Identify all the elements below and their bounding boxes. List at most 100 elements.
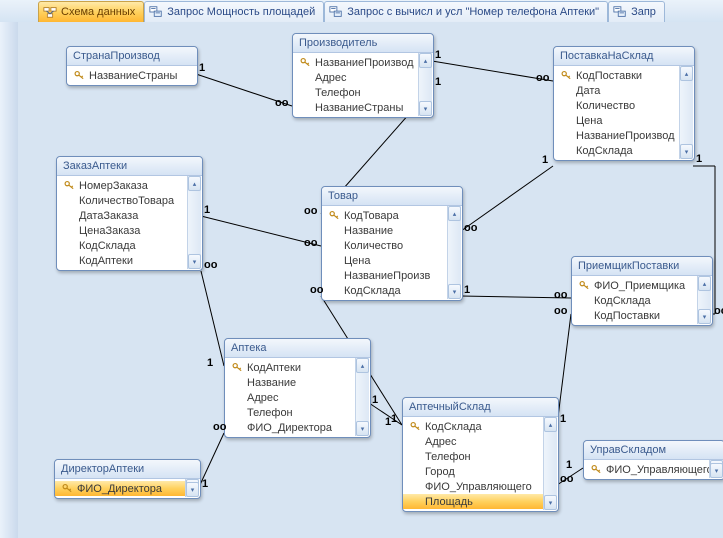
entity-title[interactable]: Аптека [225,339,370,358]
entity-title[interactable]: Товар [322,187,462,206]
field-row[interactable]: НомерЗаказа [57,178,188,193]
scroll-up-button[interactable]: ▴ [419,53,432,68]
field-row[interactable]: ЦенаЗаказа [57,223,188,238]
scroll-down-button[interactable]: ▾ [356,421,369,436]
field-row[interactable]: Количество [554,98,680,113]
field-row[interactable]: НазваниеСтраны [67,68,197,83]
entity-title[interactable]: ПоставкаНаСклад [554,47,694,66]
scroll-up-button[interactable]: ▴ [544,417,557,432]
entity-tovar[interactable]: Товар КодТовараНазваниеКоличествоЦенаНазв… [321,186,463,301]
field-row[interactable]: КодАптеки [57,253,188,268]
entity-title[interactable]: Производитель [293,34,433,53]
field-row[interactable]: КодПоставки [572,308,698,323]
field-row[interactable]: КодСклада [322,283,448,298]
chevron-up-icon: ▴ [549,421,553,429]
entity-apteka[interactable]: Аптека КодАптекиНазваниеАдресТелефонФИО_Д… [224,338,371,438]
scroll-up-button[interactable]: ▴ [698,276,711,291]
scroll-down-button[interactable]: ▾ [448,284,461,299]
entity-title[interactable]: УправСкладом [584,441,723,460]
field-row[interactable]: Название [322,223,448,238]
scroll-down-button[interactable]: ▾ [186,482,199,497]
entity-strana[interactable]: СтранаПроизвод НазваниеСтраны [66,46,198,86]
vertical-scrollbar[interactable]: ▴▾ [447,206,461,299]
key-slot [560,100,572,112]
entity-priem[interactable]: ПриемщикПоставки ФИО_ПриемщикаКодСкладаКо… [571,256,713,326]
vertical-scrollbar[interactable]: ▴▾ [187,176,201,269]
scroll-down-button[interactable]: ▾ [544,495,557,510]
field-row[interactable]: Адрес [293,70,419,85]
vertical-scrollbar[interactable]: ▴▾ [185,479,199,497]
scroll-up-button[interactable]: ▴ [188,176,201,191]
field-row[interactable]: Название [225,375,356,390]
field-row[interactable]: Цена [322,253,448,268]
vertical-scrollbar[interactable]: ▴▾ [355,358,369,436]
scroll-up-button[interactable]: ▴ [448,206,461,221]
query-icon [329,5,343,19]
chevron-up-icon: ▴ [703,280,707,288]
relationship-canvas[interactable]: СтранаПроизводНазваниеСтраныПроизводител… [18,22,723,538]
key-slot [63,240,75,252]
scroll-down-button[interactable]: ▾ [419,101,432,116]
document-tab[interactable]: Запрос Мощность площадей [144,1,324,22]
field-row[interactable]: ДатаЗаказа [57,208,188,223]
entity-title[interactable]: ДиректорАптеки [55,460,200,479]
vertical-scrollbar[interactable]: ▴▾ [709,460,723,478]
field-row[interactable]: ФИО_Приемщика [572,278,698,293]
entity-title[interactable]: АптечныйСклад [403,398,558,417]
entity-postavka[interactable]: ПоставкаНаСклад КодПоставкиДатаКоличество… [553,46,695,161]
entity-title[interactable]: ЗаказАптеки [57,157,202,176]
field-row[interactable]: НазваниеПроизвод [554,128,680,143]
entity-title-text: Аптека [231,342,267,354]
field-row[interactable]: КодСклада [57,238,188,253]
field-row[interactable]: Количество [322,238,448,253]
field-row[interactable]: Телефон [293,85,419,100]
entity-uprav[interactable]: УправСкладом ФИО_Управляющего▴▾ [583,440,723,480]
field-row[interactable]: Город [403,464,544,479]
scroll-up-button[interactable]: ▴ [356,358,369,373]
entity-zakaz[interactable]: ЗаказАптеки НомерЗаказаКоличествоТовараДа… [56,156,203,271]
scroll-down-button[interactable]: ▾ [710,463,723,478]
field-row[interactable]: НазваниеПроизв [322,268,448,283]
field-name: КодТовара [344,210,399,222]
field-row[interactable]: ФИО_Управляющего [584,462,710,477]
field-row[interactable]: КодАптеки [225,360,356,375]
field-row[interactable]: КодСклада [572,293,698,308]
entity-title[interactable]: СтранаПроизвод [67,47,197,66]
vertical-scrollbar[interactable]: ▴▾ [418,53,432,116]
scroll-down-button[interactable]: ▾ [680,144,693,159]
field-row[interactable]: Телефон [403,449,544,464]
vertical-scrollbar[interactable]: ▴▾ [679,66,693,159]
field-row[interactable]: Площадь [403,494,544,509]
entity-title-text: ПоставкаНаСклад [560,50,653,62]
field-row[interactable]: ФИО_Управляющего [403,479,544,494]
scroll-down-button[interactable]: ▾ [188,254,201,269]
cardinality-one: 1 [204,205,210,216]
vertical-scrollbar[interactable]: ▴▾ [697,276,711,324]
field-row[interactable]: Адрес [225,390,356,405]
field-row[interactable]: Телефон [225,405,356,420]
key-slot [328,240,340,252]
entity-title[interactable]: ПриемщикПоставки [572,257,712,276]
field-row[interactable]: КоличествоТовара [57,193,188,208]
field-row[interactable]: КодТовара [322,208,448,223]
vertical-scrollbar[interactable]: ▴▾ [543,417,557,510]
field-row[interactable]: Цена [554,113,680,128]
document-tab[interactable]: Запрос с вычисл и усл "Номер телефона Ап… [324,1,608,22]
field-row[interactable]: КодСклада [403,419,544,434]
field-row[interactable]: КодПоставки [554,68,680,83]
entity-proizv[interactable]: Производитель НазваниеПроизводАдресТелефо… [292,33,434,118]
document-tab[interactable]: Запр [608,1,665,22]
field-row[interactable]: ФИО_Директора [55,481,186,496]
field-row[interactable]: НазваниеПроизвод [293,55,419,70]
entity-sklad[interactable]: АптечныйСклад КодСкладаАдресТелефонГородФ… [402,397,559,512]
scroll-up-button[interactable]: ▴ [680,66,693,81]
field-row[interactable]: КодСклада [554,143,680,158]
entity-director[interactable]: ДиректорАптеки ФИО_Директора▴▾ [54,459,201,499]
entity-fields: КодАптекиНазваниеАдресТелефонФИО_Директо… [225,358,370,437]
field-row[interactable]: Адрес [403,434,544,449]
scroll-down-button[interactable]: ▾ [698,309,711,324]
field-row[interactable]: НазваниеСтраны [293,100,419,115]
document-tab[interactable]: Схема данных [38,1,144,22]
field-row[interactable]: Дата [554,83,680,98]
field-row[interactable]: ФИО_Директора [225,420,356,435]
